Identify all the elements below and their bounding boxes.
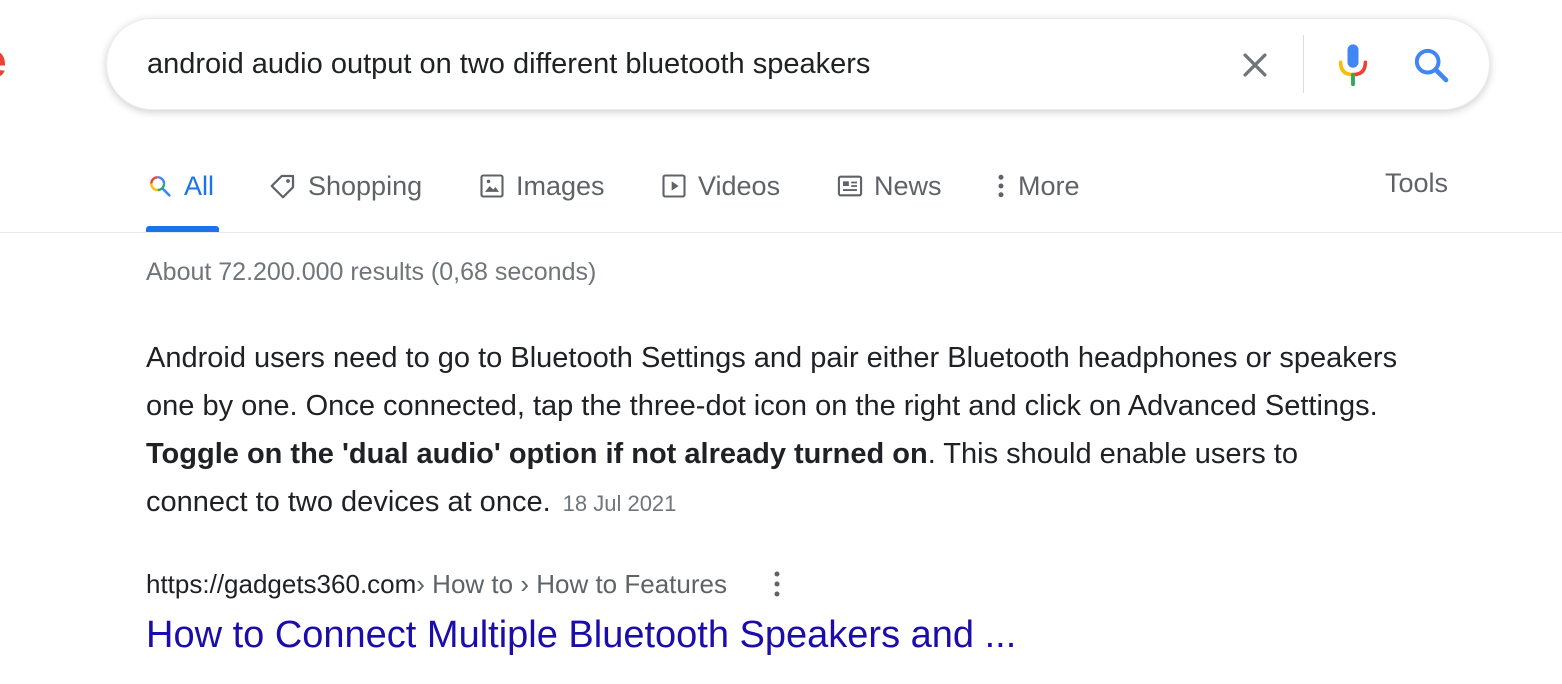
clear-search-button[interactable] [1233, 43, 1277, 87]
tag-icon [270, 174, 295, 199]
cite-breadcrumb: › How to › How to Features [416, 568, 727, 599]
snippet-highlight: Toggle on the 'dual audio' option if not… [146, 438, 928, 470]
result-title-link[interactable]: How to Connect Multiple Bluetooth Speake… [146, 614, 1016, 657]
more-vertical-icon [774, 571, 780, 597]
google-logo-fragment[interactable]: e [0, 38, 7, 86]
image-icon [480, 174, 504, 198]
tab-videos[interactable]: Videos [660, 168, 780, 204]
active-tab-indicator [146, 226, 219, 232]
tab-all[interactable]: All [146, 168, 214, 204]
microphone-icon [1338, 44, 1368, 87]
search-box-divider [1303, 35, 1304, 93]
tab-more[interactable]: More [994, 168, 1080, 204]
search-box [106, 18, 1490, 110]
close-icon [1243, 53, 1267, 77]
snippet-date: 18 Jul 2021 [562, 491, 677, 516]
search-multicolor-icon [150, 176, 171, 197]
result-citation: https://gadgets360.com › How to › How to… [146, 566, 787, 602]
voice-search-button[interactable] [1331, 41, 1375, 89]
tab-news[interactable]: News [836, 168, 942, 204]
result-stats: About 72.200.000 results (0,68 seconds) [146, 258, 597, 286]
tab-news-label: News [874, 170, 942, 201]
search-submit-button[interactable] [1407, 41, 1455, 89]
featured-snippet: Android users need to go to Bluetooth Se… [146, 334, 1406, 528]
tab-videos-label: Videos [698, 170, 781, 201]
tab-shopping[interactable]: Shopping [268, 168, 422, 204]
newspaper-icon [837, 175, 863, 197]
tab-all-label: All [184, 170, 215, 201]
tab-shopping-label: Shopping [308, 170, 423, 201]
cite-domain: https://gadgets360.com [146, 568, 417, 599]
tab-images-label: Images [516, 170, 605, 201]
search-results-page: e [0, 0, 1562, 684]
search-input[interactable] [147, 41, 1197, 87]
play-icon [662, 174, 686, 198]
more-vertical-icon [998, 174, 1004, 198]
tab-more-label: More [1018, 170, 1080, 201]
search-icon [1414, 48, 1449, 83]
search-tabs: All Shopping Images Videos News More Too… [0, 140, 1562, 233]
result-options-button[interactable] [767, 566, 787, 602]
tab-images[interactable]: Images [478, 168, 605, 204]
snippet-text-start: Android users need to go to Bluetooth Se… [146, 342, 1398, 422]
tools-button[interactable]: Tools [1385, 168, 1448, 199]
